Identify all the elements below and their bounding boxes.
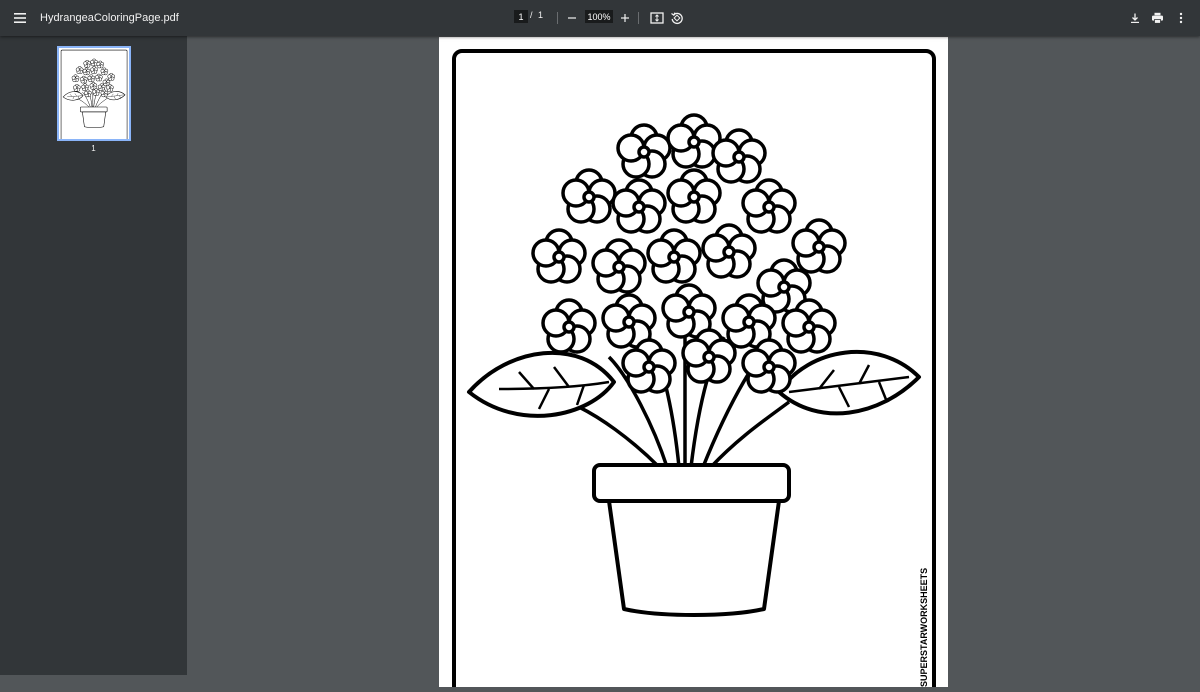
- toolbar-divider: [638, 12, 639, 24]
- thumbnail-label: 1: [91, 144, 96, 153]
- page-total: 1: [538, 10, 544, 20]
- zoom-input[interactable]: [585, 10, 613, 23]
- plus-icon: [621, 14, 629, 22]
- thumbnail-sidebar: 1: [0, 36, 187, 675]
- rotate-button[interactable]: [668, 8, 686, 28]
- menu-icon: [14, 13, 26, 23]
- pdf-page: SUPERSTARWORKSHEETS: [439, 37, 948, 687]
- rotate-icon: [671, 12, 683, 25]
- download-icon: [1131, 13, 1139, 23]
- fit-page-icon: [650, 12, 664, 24]
- download-button[interactable]: [1126, 8, 1144, 28]
- print-button[interactable]: [1148, 8, 1166, 28]
- thumbnail-image: [59, 48, 129, 139]
- toolbar-divider: [557, 12, 558, 24]
- more-actions-button[interactable]: [1172, 8, 1190, 28]
- menu-button[interactable]: [8, 6, 32, 30]
- print-icon: [1151, 12, 1163, 24]
- watermark-text: SUPERSTARWORKSHEETS: [919, 568, 929, 687]
- zoom-out-button[interactable]: [564, 8, 580, 28]
- pdf-toolbar: HydrangeaColoringPage.pdf / 1: [0, 0, 1200, 36]
- document-title: HydrangeaColoringPage.pdf: [40, 12, 179, 24]
- zoom-in-button[interactable]: [617, 8, 633, 28]
- hydrangea-coloring-illustration: SUPERSTARWORKSHEETS: [439, 37, 948, 687]
- fit-page-button[interactable]: [648, 8, 666, 28]
- more-vert-icon: [1179, 12, 1183, 24]
- page-separator: /: [530, 10, 533, 20]
- minus-icon: [568, 17, 576, 19]
- page-number-input[interactable]: [514, 10, 528, 23]
- page-thumbnail[interactable]: [57, 46, 131, 141]
